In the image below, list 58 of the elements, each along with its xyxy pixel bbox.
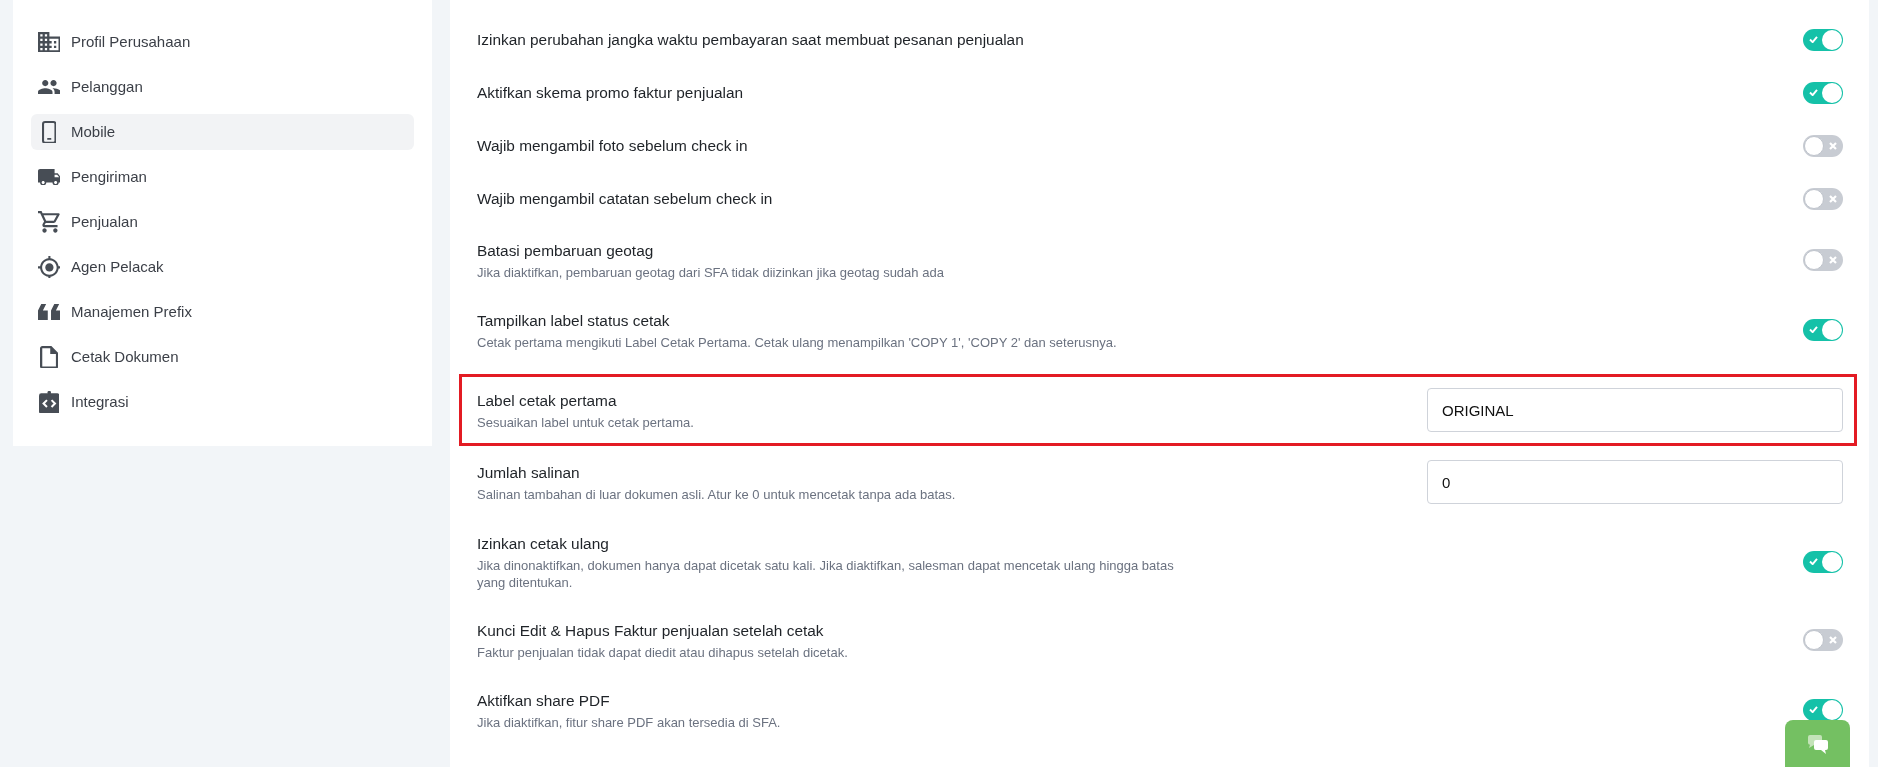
document-icon <box>39 345 59 369</box>
setting-title: Batasi pembaruan geotag <box>477 241 655 261</box>
setting-description: Jika diaktifkan, fitur share PDF akan tersedia di SFA. <box>477 714 782 731</box>
text-input[interactable]: 0 <box>1427 460 1843 504</box>
sidebar-item[interactable]: Integrasi <box>31 384 414 420</box>
code-clipboard-icon <box>38 390 60 414</box>
phone-icon <box>41 120 57 144</box>
setting-title: Aktifkan skema promo faktur penjualan <box>477 83 745 103</box>
setting-description: Cetak pertama mengikuti Label Cetak Pertama. Cetak ulang menampilkan 'COPY 1', 'COPY 2' dan seterusnya. <box>477 334 1118 351</box>
check-icon <box>1809 88 1818 96</box>
cross-icon <box>1829 141 1837 150</box>
chat-button[interactable] <box>1785 720 1850 767</box>
sidebar-item[interactable]: Mobile <box>31 114 414 150</box>
setting-title: Izinkan cetak ulang <box>477 534 610 554</box>
check-icon <box>1809 706 1818 713</box>
check-icon <box>1809 326 1818 333</box>
check-icon <box>1809 35 1818 43</box>
sidebar-item[interactable]: Cetak Dokumen <box>31 339 414 375</box>
setting-description: Jika dinonaktifkan, dokumen hanya dapat dicetak satu kali. Jika diaktifkan, salesman dapat mencetak ulang hingga batas yang ditentukan. <box>477 557 1175 591</box>
setting-title: Kunci Edit & Hapus Faktur penjualan setelah cetak <box>477 621 825 641</box>
toggle-switch[interactable] <box>1803 550 1843 573</box>
text-input[interactable]: ORIGINAL <box>1427 388 1843 432</box>
setting-title: Tampilkan label status cetak <box>477 311 671 331</box>
sidebar-item[interactable]: Pelanggan <box>31 69 414 105</box>
setting-description: Faktur penjualan tidak dapat diedit atau dihapus setelah dicetak. <box>477 644 849 661</box>
setting-title: Wajib mengambil catatan sebelum check in <box>477 189 774 209</box>
setting-title: Wajib mengambil foto sebelum check in <box>477 136 749 156</box>
toggle-switch[interactable] <box>1803 134 1843 157</box>
setting-title: Label cetak pertama <box>477 391 618 411</box>
toggle-switch[interactable] <box>1803 249 1843 271</box>
setting-title: Izinkan perubahan jangka waktu pembayaran saat membuat pesanan penjualan <box>477 30 1025 50</box>
toggle-switch[interactable] <box>1803 28 1843 51</box>
sidebar-item[interactable]: Agen Pelacak <box>31 249 414 285</box>
sidebar-item[interactable]: Manajemen Prefix <box>31 294 414 330</box>
toggle-switch[interactable] <box>1803 319 1843 341</box>
people-icon <box>37 79 61 95</box>
toggle-switch[interactable] <box>1803 699 1843 721</box>
setting-description: Salinan tambahan di luar dokumen asli. Atur ke 0 untuk mencetak tanpa ada batas. <box>477 486 957 503</box>
cross-icon <box>1829 194 1837 203</box>
toggle-switch[interactable] <box>1803 81 1843 104</box>
crosshair-icon <box>37 255 61 279</box>
truck-icon <box>37 168 61 186</box>
building-icon <box>37 31 61 53</box>
cross-icon <box>1829 636 1837 644</box>
chat-bubbles-icon <box>1806 734 1829 754</box>
cart-icon <box>37 211 61 233</box>
sidebar-item[interactable]: Profil Perusahaan <box>31 24 414 60</box>
setting-title: Jumlah salinan <box>477 463 581 483</box>
toggle-switch[interactable] <box>1803 629 1843 651</box>
check-icon <box>1809 557 1818 565</box>
sidebar-item[interactable]: Pengiriman <box>31 159 414 195</box>
cross-icon <box>1829 256 1837 264</box>
setting-description: Jika diaktifkan, pembaruan geotag dari SFA tidak diizinkan jika geotag sudah ada <box>477 264 945 281</box>
sidebar-item[interactable]: Penjualan <box>31 204 414 240</box>
toggle-switch[interactable] <box>1803 187 1843 210</box>
quote-icon <box>37 303 61 321</box>
setting-title: Aktifkan share PDF <box>477 691 611 711</box>
setting-description: Sesuaikan label untuk cetak pertama. <box>477 414 695 431</box>
